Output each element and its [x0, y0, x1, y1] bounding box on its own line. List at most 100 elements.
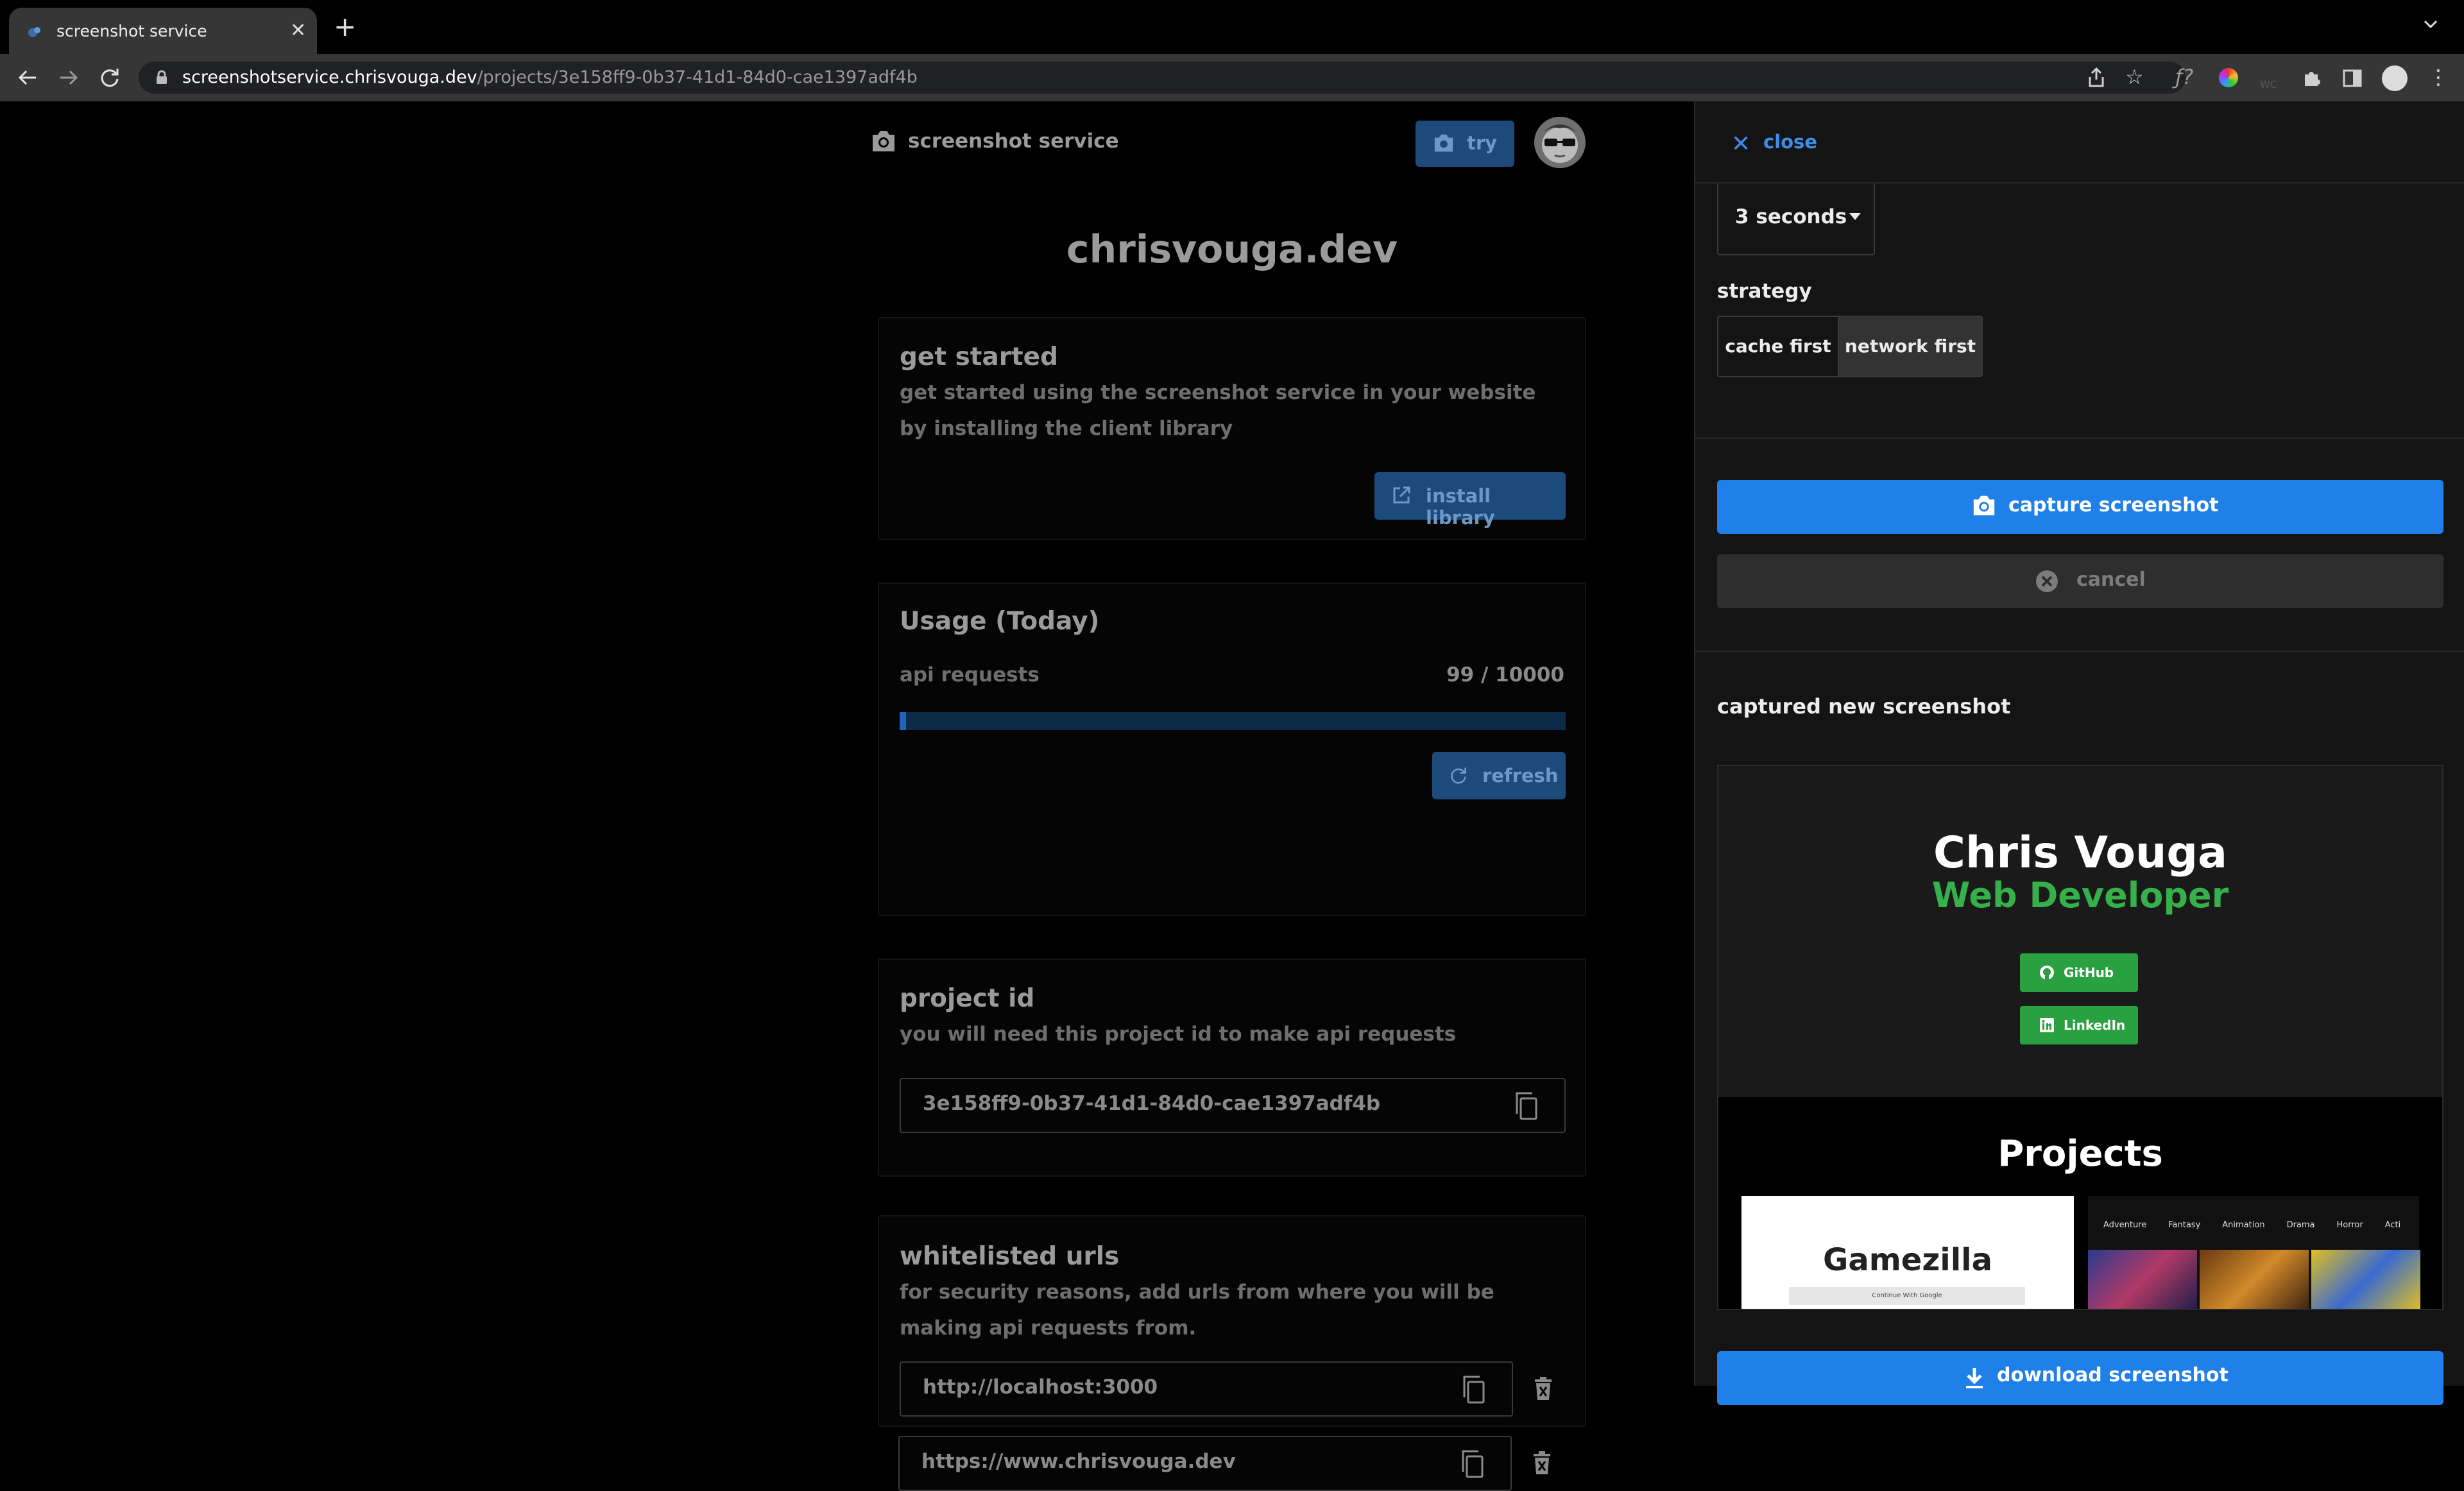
bookmark-star-icon[interactable]: ☆ — [2125, 65, 2144, 89]
project-id-text: you will need this project id to make ap… — [900, 1023, 1457, 1046]
usage-card: Usage (Today) api requests 99 / 10000 re… — [878, 583, 1586, 916]
browser-tab[interactable]: screenshot service ✕ — [9, 8, 317, 54]
preview-project-gamezilla: Gamezilla Continue With Google — [1741, 1196, 2074, 1309]
preview-project-movies: Adventure Fantasy Animation Drama Horror Acti — [2088, 1196, 2420, 1309]
share-icon[interactable] — [2087, 67, 2106, 89]
extensions-puzzle-icon[interactable] — [2301, 68, 2322, 89]
reload-icon[interactable] — [99, 67, 121, 89]
usage-progress-fill — [900, 712, 907, 730]
address-bar[interactable]: screenshotservice.chrisvouga.dev/project… — [139, 62, 2186, 94]
whitelist-url-value: http://localhost:3000 — [923, 1376, 1158, 1399]
lock-icon — [157, 70, 167, 84]
whitelist-text: for security reasons, add urls from wher… — [900, 1281, 1494, 1340]
capture-screenshot-button[interactable]: capture screenshot — [1717, 480, 2443, 534]
capture-screenshot-label: capture screenshot — [2008, 494, 2219, 516]
refresh-button[interactable]: refresh — [1432, 752, 1566, 799]
strategy-cache-first[interactable]: cache first — [1717, 316, 1839, 377]
preview-github-button: GitHub — [2020, 953, 2138, 992]
copy-icon[interactable] — [1513, 1091, 1539, 1121]
preview-poster — [2311, 1250, 2420, 1309]
usage-progress-bar — [900, 712, 1566, 730]
page-title: chrisvouga.dev — [1066, 227, 1398, 272]
preview-linkedin-label: LinkedIn — [2064, 1018, 2126, 1033]
get-started-title: get started — [900, 343, 1059, 371]
strategy-network-first[interactable]: network first — [1838, 316, 1983, 377]
download-screenshot-label: download screenshot — [1997, 1364, 2229, 1386]
download-screenshot-button[interactable]: download screenshot — [1717, 1351, 2443, 1405]
download-icon — [1966, 1368, 1983, 1388]
camera-icon — [873, 131, 894, 151]
preview-linkedin-button: LinkedIn — [2020, 1006, 2138, 1044]
copy-icon[interactable] — [1460, 1374, 1486, 1405]
install-library-label: install library — [1426, 485, 1495, 529]
forward-icon[interactable] — [58, 67, 80, 89]
preview-google-button: Continue With Google — [1789, 1287, 2025, 1305]
whitelist-url-value: https://www.chrisvouga.dev — [921, 1450, 1236, 1473]
github-icon — [2040, 966, 2054, 980]
delay-value: 3 seconds — [1735, 205, 1847, 228]
try-button[interactable]: try — [1416, 121, 1514, 167]
main-page: screenshot service try chrisvouga.dev ge… — [0, 101, 1694, 1491]
back-icon[interactable] — [17, 67, 38, 89]
linkedin-icon — [2040, 1018, 2054, 1032]
try-label: try — [1467, 132, 1498, 154]
favicon-icon — [28, 27, 40, 37]
install-library-button[interactable]: install library — [1374, 472, 1566, 529]
get-started-card: get started get started using the screen… — [878, 317, 1586, 540]
user-avatar[interactable] — [1534, 117, 1586, 168]
new-tab-icon[interactable]: + — [334, 13, 356, 40]
preview-github-label: GitHub — [2064, 965, 2114, 980]
brand-title[interactable]: screenshot service — [908, 130, 1119, 153]
preview-projects-heading: Projects — [1998, 1133, 2163, 1175]
delete-icon[interactable] — [1532, 1451, 1552, 1476]
cancel-circle-icon — [2036, 570, 2058, 592]
delay-select[interactable]: 3 seconds — [1717, 183, 1875, 255]
camera-icon — [1434, 134, 1453, 152]
cancel-label: cancel — [2076, 568, 2146, 591]
chevron-down-icon — [1849, 213, 1861, 220]
refresh-icon — [1451, 767, 1466, 784]
whitelist-url-field[interactable]: https://www.chrisvouga.dev — [898, 1436, 1512, 1491]
delete-icon[interactable] — [1534, 1377, 1553, 1401]
project-id-field[interactable]: 3e158ff9-0b37-41d1-84d0-cae1397adf4b — [900, 1078, 1566, 1133]
preview-name: Chris Vouga — [1933, 828, 2227, 878]
url-text: screenshotservice.chrisvouga.dev/project… — [182, 67, 918, 87]
preview-movie-categories: Adventure Fantasy Animation Drama Horror Acti — [2103, 1220, 2401, 1230]
browser-toolbar: screenshotservice.chrisvouga.dev/project… — [0, 54, 2464, 101]
extension-color-icon[interactable] — [2219, 68, 2238, 87]
tab-title: screenshot service — [56, 22, 207, 40]
preview-poster — [2200, 1250, 2309, 1309]
extension-wc-icon[interactable]: WC — [2260, 73, 2277, 96]
external-link-icon — [1393, 486, 1410, 504]
extension-font-icon[interactable]: ƒ? — [2175, 65, 2193, 89]
tab-bar: screenshot service ✕ + — [0, 0, 2464, 54]
project-id-title: project id — [900, 984, 1035, 1013]
close-icon[interactable]: ✕ — [1731, 131, 1750, 157]
browser-menu-icon[interactable]: ⋮ — [2428, 65, 2449, 89]
cancel-button[interactable]: cancel — [1717, 554, 2443, 608]
project-id-card: project id you will need this project id… — [878, 958, 1586, 1177]
avatar-face-icon — [1534, 117, 1586, 168]
strategy-label: strategy — [1717, 280, 1812, 303]
whitelist-card: whitelisted urls for security reasons, a… — [878, 1215, 1586, 1427]
close-button[interactable]: close — [1763, 131, 1817, 153]
preview-project-title: Gamezilla — [1822, 1242, 1993, 1278]
capture-panel: ✕ close 3 seconds strategy cache first n… — [1694, 101, 2464, 1405]
divider — [1695, 651, 2464, 652]
api-requests-label: api requests — [900, 663, 1040, 686]
divider — [1695, 438, 2464, 439]
whitelist-url-field[interactable]: http://localhost:3000 — [900, 1361, 1513, 1417]
project-id-value: 3e158ff9-0b37-41d1-84d0-cae1397adf4b — [923, 1092, 1381, 1115]
usage-title: Usage (Today) — [900, 607, 1100, 636]
tab-close-icon[interactable]: ✕ — [290, 19, 306, 42]
profile-avatar-icon[interactable] — [2382, 65, 2408, 91]
screenshot-preview: Chris Vouga Web Developer GitHub LinkedI… — [1717, 765, 2443, 1310]
captured-title: captured new screenshot — [1717, 694, 2011, 719]
preview-poster — [2088, 1250, 2197, 1309]
get-started-text: get started using the screenshot service… — [900, 381, 1536, 440]
tab-search-chevron-icon[interactable] — [2423, 19, 2438, 30]
copy-icon[interactable] — [1459, 1449, 1485, 1479]
side-panel-icon[interactable] — [2342, 68, 2363, 89]
whitelist-title: whitelisted urls — [900, 1242, 1120, 1271]
camera-icon — [1973, 495, 1995, 516]
